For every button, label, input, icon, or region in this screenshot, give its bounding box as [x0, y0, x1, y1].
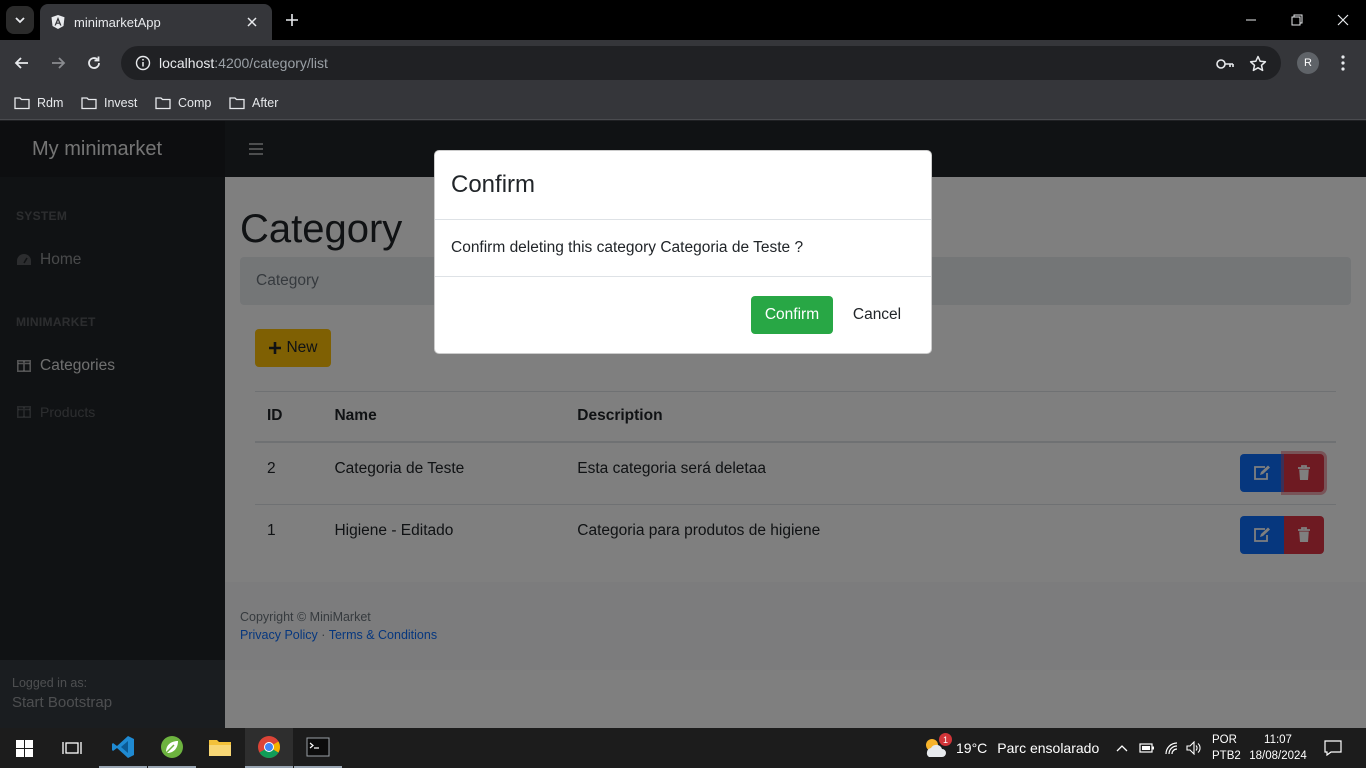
- clock-time: 11:07: [1264, 734, 1292, 746]
- close-window-button[interactable]: [1320, 0, 1366, 40]
- plus-icon: [286, 14, 298, 26]
- temperature: 19°C: [956, 740, 988, 756]
- task-view-button[interactable]: [48, 728, 96, 768]
- restore-button[interactable]: [1274, 0, 1320, 40]
- reload-icon: [88, 56, 100, 69]
- tab-title: minimarketApp: [74, 14, 161, 30]
- site-info-icon[interactable]: [135, 55, 151, 71]
- bookmark-star-icon[interactable]: [1248, 54, 1268, 74]
- password-key-icon[interactable]: [1215, 54, 1235, 74]
- folder-icon: [14, 97, 30, 110]
- weather-badge: 1: [939, 733, 952, 746]
- bookmark-folder-rdm[interactable]: Rdm: [14, 92, 63, 114]
- taskbar-chrome[interactable]: [245, 728, 293, 768]
- speaker-icon: [1186, 741, 1201, 755]
- taskbar-vscode[interactable]: [99, 728, 147, 768]
- windows-logo-icon: [15, 739, 33, 757]
- wifi-icon: [1165, 742, 1178, 755]
- tab-strip: minimarketApp: [0, 0, 1366, 40]
- task-view-icon: [62, 742, 82, 754]
- minimize-icon: [1246, 19, 1256, 21]
- windows-taskbar: 1 19°C Parc ensolarado POR PTB2 11:07 18…: [0, 728, 1366, 768]
- input-language-indicator[interactable]: POR PTB2: [1212, 732, 1241, 764]
- bookmark-folder-invest[interactable]: Invest: [81, 92, 137, 114]
- restore-icon: [1291, 14, 1303, 26]
- tab-search-button[interactable]: [6, 6, 34, 34]
- arrow-left-icon: [14, 57, 28, 69]
- close-icon: [1337, 14, 1349, 26]
- bookmarks-bar: Rdm Invest Comp After: [0, 86, 1366, 120]
- taskbar-spring-tools[interactable]: [148, 728, 196, 768]
- arrow-right-icon: [52, 57, 66, 69]
- notification-center-button[interactable]: [1318, 728, 1348, 768]
- clock-date: 18/08/2024: [1249, 750, 1307, 762]
- taskbar-file-explorer[interactable]: [196, 728, 244, 768]
- tab-close-button[interactable]: [242, 12, 262, 32]
- close-icon: [247, 17, 257, 27]
- cancel-button[interactable]: Cancel: [843, 296, 911, 334]
- show-hidden-icons-button[interactable]: [1112, 728, 1132, 768]
- battery-icon: [1139, 743, 1154, 753]
- weather-widget[interactable]: 1 19°C Parc ensolarado: [922, 728, 1099, 768]
- minimize-button[interactable]: [1228, 0, 1274, 40]
- chevron-down-icon: [15, 17, 25, 24]
- address-bar[interactable]: localhost:4200/category/list: [121, 46, 1281, 80]
- network-tray-icon[interactable]: [1161, 728, 1183, 768]
- chevron-up-icon: [1116, 745, 1128, 752]
- forward-button[interactable]: [44, 49, 72, 77]
- folder-icon: [209, 740, 231, 756]
- bookmark-folder-comp[interactable]: Comp: [155, 92, 211, 114]
- bookmark-folder-after[interactable]: After: [229, 92, 278, 114]
- notification-icon: [1324, 740, 1342, 756]
- folder-icon: [81, 97, 97, 110]
- url-text: localhost:4200/category/list: [159, 55, 328, 71]
- taskbar-terminal[interactable]: [294, 728, 342, 768]
- modal-body: Confirm deleting this category Categoria…: [435, 220, 931, 277]
- confirm-dialog: Confirm Confirm deleting this category C…: [434, 150, 932, 354]
- modal-title: Confirm: [451, 171, 536, 198]
- battery-tray-icon[interactable]: [1137, 728, 1157, 768]
- angular-icon: [50, 14, 66, 30]
- start-button[interactable]: [0, 728, 48, 768]
- confirm-button[interactable]: Confirm: [751, 296, 833, 334]
- modal-message: Confirm deleting this category Categoria…: [451, 239, 804, 256]
- volume-tray-icon[interactable]: [1183, 728, 1205, 768]
- chrome-icon: [258, 736, 280, 758]
- more-vertical-icon: [1341, 55, 1345, 71]
- back-button[interactable]: [8, 49, 36, 77]
- spring-leaf-icon: [161, 736, 183, 758]
- vscode-icon: [112, 736, 134, 758]
- weather-text: Parc ensolarado: [997, 740, 1100, 756]
- new-tab-button[interactable]: [280, 8, 304, 32]
- terminal-icon: [306, 737, 330, 757]
- profile-avatar[interactable]: R: [1297, 52, 1319, 74]
- system-clock[interactable]: 11:07 18/08/2024: [1246, 732, 1310, 764]
- weather-icon: 1: [922, 733, 952, 761]
- folder-icon: [155, 97, 171, 110]
- modal-footer: Confirm Cancel: [435, 277, 931, 353]
- reload-button[interactable]: [80, 49, 108, 77]
- modal-header: Confirm: [435, 151, 931, 220]
- browser-toolbar: localhost:4200/category/list: [0, 40, 1366, 86]
- browser-menu-button[interactable]: [1333, 51, 1353, 75]
- browser-tab[interactable]: minimarketApp: [40, 4, 272, 40]
- folder-icon: [229, 97, 245, 110]
